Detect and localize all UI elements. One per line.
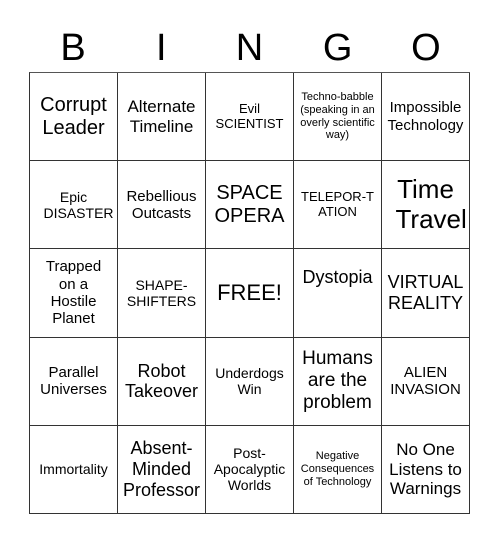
header-letter-b: B xyxy=(60,27,86,69)
cell-text: Parallel Universes xyxy=(40,363,107,399)
cell-text: Epic DISASTER xyxy=(43,188,114,221)
bingo-cell[interactable]: Time Travel xyxy=(382,161,470,250)
cell-text: Techno-babble (speaking in an overly sci… xyxy=(300,91,375,142)
cell-text: Robot Takeover xyxy=(124,360,199,402)
cell-text: Post-Apocalyptic Worlds xyxy=(213,445,286,494)
bingo-cell[interactable]: Absent-Minded Professor xyxy=(118,425,206,514)
bingo-cell[interactable]: Robot Takeover xyxy=(118,337,206,426)
bingo-cell[interactable]: SPACE OPERA xyxy=(206,161,294,250)
bingo-cell[interactable]: Alternate Timeline xyxy=(118,73,206,162)
header-letter-o: O xyxy=(411,27,441,69)
bingo-cell[interactable]: Parallel Universes xyxy=(30,337,118,426)
cell-text: Absent-Minded Professor xyxy=(122,438,201,500)
header-letter-i: I xyxy=(156,27,167,69)
bingo-cell[interactable]: ALIEN INVASION xyxy=(382,337,470,426)
cell-text: Impossible Technology xyxy=(387,99,464,134)
bingo-cell[interactable]: SHAPE-SHIFTERS xyxy=(118,249,206,338)
bingo-cell[interactable]: Rebellious Outcasts xyxy=(118,161,206,250)
bingo-cell[interactable]: Post-Apocalyptic Worlds xyxy=(206,425,294,514)
cell-text: Dystopia xyxy=(302,267,373,288)
bingo-cell[interactable]: Techno-babble (speaking in an overly sci… xyxy=(294,73,382,162)
cell-text: Evil SCIENTIST xyxy=(215,100,284,131)
bingo-cell[interactable]: Humans are the problem xyxy=(294,337,382,426)
cell-text: Rebellious Outcasts xyxy=(126,187,197,222)
cell-text: TELEPOR-TATION xyxy=(301,188,374,219)
bingo-cell[interactable]: Corrupt Leader xyxy=(30,73,118,162)
cell-text: ALIEN INVASION xyxy=(390,363,461,399)
bingo-cell[interactable]: FREE! xyxy=(206,249,294,338)
cell-text: Trapped on a Hostile Planet xyxy=(45,258,102,328)
bingo-cell[interactable]: Underdogs Win xyxy=(206,337,294,426)
bingo-cell[interactable]: Immortality xyxy=(30,425,118,514)
bingo-cell[interactable]: Trapped on a Hostile Planet xyxy=(30,249,118,338)
cell-text: Humans are the problem xyxy=(302,348,373,414)
cell-text: Immortality xyxy=(39,461,108,478)
cell-text: No One Listens to Warnings xyxy=(389,440,462,499)
cell-text: Negative Consequences of Technology xyxy=(300,450,375,488)
cell-text: VIRTUAL REALITY xyxy=(387,272,464,313)
bingo-cell[interactable]: Impossible Technology xyxy=(382,73,470,162)
bingo-cell[interactable]: Epic DISASTER xyxy=(30,161,118,250)
cell-text: SHAPE-SHIFTERS xyxy=(126,276,197,309)
bingo-cell[interactable]: Dystopia xyxy=(294,249,382,338)
bingo-grid: Corrupt Leader Alternate Timeline Evil S… xyxy=(29,72,470,514)
cell-text: Underdogs Win xyxy=(215,365,284,398)
bingo-header: B I N G O xyxy=(29,24,470,72)
bingo-cell[interactable]: Negative Consequences of Technology xyxy=(294,425,382,514)
cell-text: SPACE OPERA xyxy=(214,181,285,227)
cell-text: Corrupt Leader xyxy=(40,93,107,139)
bingo-cell[interactable]: Evil SCIENTIST xyxy=(206,73,294,162)
bingo-cell[interactable]: TELEPOR-TATION xyxy=(294,161,382,250)
header-letter-g: G xyxy=(322,27,353,69)
bingo-cell[interactable]: VIRTUAL REALITY xyxy=(382,249,470,338)
cell-text: Time Travel xyxy=(395,173,467,234)
header-letter-n: N xyxy=(235,27,264,69)
cell-text: Alternate Timeline xyxy=(127,97,196,136)
cell-text: FREE! xyxy=(217,280,282,306)
bingo-cell[interactable]: No One Listens to Warnings xyxy=(382,425,470,514)
